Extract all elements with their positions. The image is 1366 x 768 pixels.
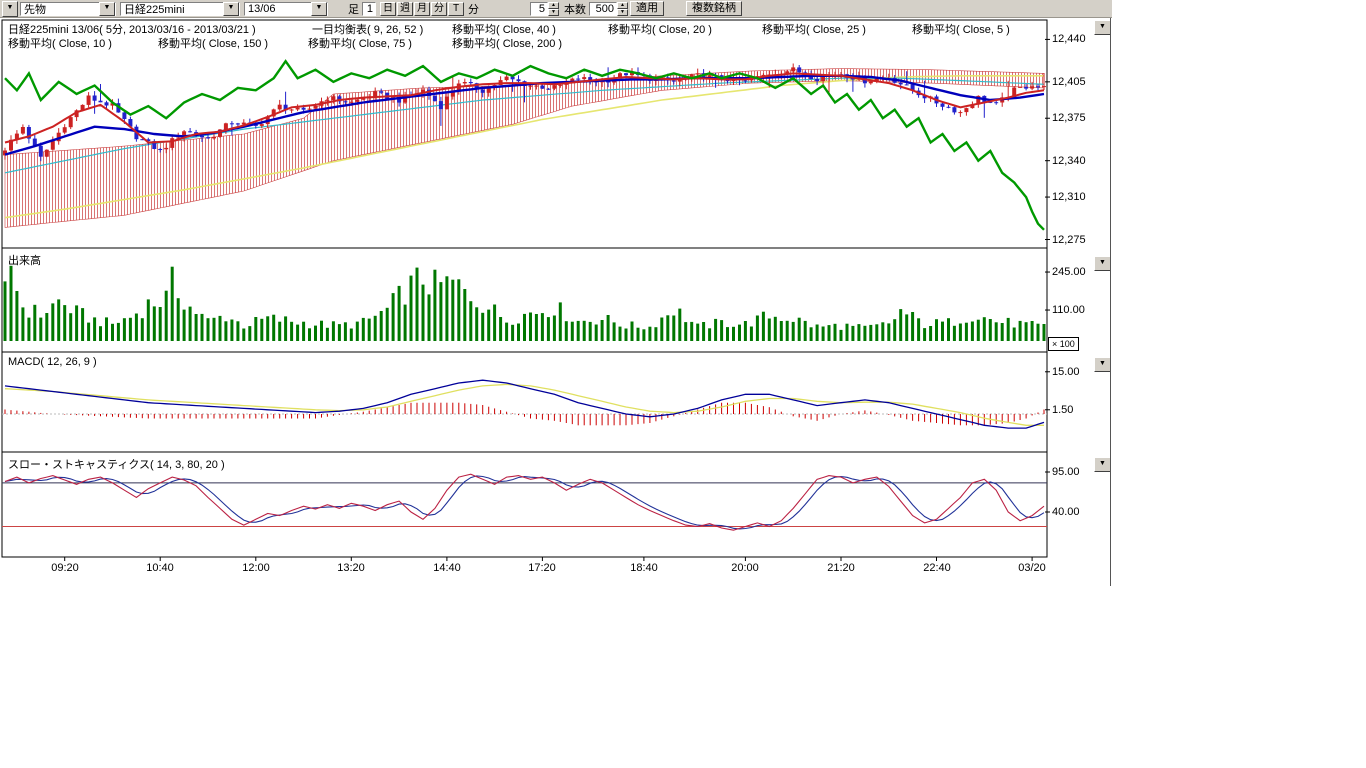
time-axis-label: 13:20 — [337, 562, 365, 574]
time-axis-label: 17:20 — [528, 562, 556, 574]
interval-value[interactable]: 5 — [530, 2, 548, 16]
stoch-panel-dropdown-button[interactable]: ▼ — [1094, 457, 1111, 472]
chart-application-window: ▼ 先物 ▼ 日経225mini ▼ 13/06 ▼ 足 1 日 週 月 分 T… — [0, 0, 1112, 586]
spin-up-icon[interactable]: ▲ — [548, 2, 559, 9]
interval-stepper[interactable]: 5 ▲▼ — [530, 2, 559, 16]
axis-tick-label: 12,405 — [1052, 76, 1086, 88]
axis-tick-label: 12,340 — [1052, 155, 1086, 167]
axis-tick-label: 40.00 — [1052, 506, 1080, 518]
toolbar-collapse-button[interactable]: ▼ — [2, 1, 18, 17]
volume-bars-layer — [4, 266, 1046, 341]
macd-panel-label: MACD( 12, 26, 9 ) — [8, 356, 97, 368]
spin-down-icon[interactable]: ▼ — [617, 9, 628, 16]
instrument-type-select[interactable]: 先物 ▼ — [20, 2, 116, 16]
period-tick-button[interactable]: T — [448, 2, 464, 16]
axis-tick-label: 12,440 — [1052, 33, 1086, 45]
axis-tick-label: 1.50 — [1052, 404, 1073, 416]
apply-button[interactable]: 適用 — [630, 1, 664, 16]
time-axis-label: 14:40 — [433, 562, 461, 574]
period-month-button[interactable]: 月 — [414, 2, 430, 16]
multi-symbol-button[interactable]: 複数銘柄 — [686, 1, 742, 16]
axis-tick-label: 95.00 — [1052, 466, 1080, 478]
bar-count-value[interactable]: 500 — [589, 2, 617, 16]
bar-type-label: 足 — [348, 1, 359, 17]
volume-panel-dropdown-button[interactable]: ▼ — [1094, 256, 1111, 271]
symbol-value: 日経225mini — [121, 1, 223, 17]
time-axis-label: 20:00 — [731, 562, 759, 574]
stochastics-panel-label: スロー・ストキャスティクス( 14, 3, 80, 20 ) — [8, 456, 225, 472]
time-axis-label: 22:40 — [923, 562, 951, 574]
time-axis-label: 18:40 — [630, 562, 658, 574]
axis-tick-label: 12,275 — [1052, 234, 1086, 246]
macd-panel-dropdown-button[interactable]: ▼ — [1094, 357, 1111, 372]
stoch-d-line — [5, 476, 1044, 529]
bar-value-input[interactable]: 1 — [362, 2, 376, 16]
axis-tick-label: 15.00 — [1052, 366, 1080, 378]
axis-tick-label: 12,310 — [1052, 191, 1086, 203]
macd-histogram — [5, 403, 1044, 426]
chevron-down-icon[interactable]: ▼ — [311, 2, 327, 16]
period-minute-button[interactable]: 分 — [431, 2, 447, 16]
symbol-select[interactable]: 日経225mini ▼ — [120, 2, 240, 16]
macd-line — [5, 380, 1044, 428]
window-right-edge — [1110, 0, 1111, 586]
period-week-button[interactable]: 週 — [397, 2, 413, 16]
time-axis-label: 09:20 — [51, 562, 79, 574]
toolbar: ▼ 先物 ▼ 日経225mini ▼ 13/06 ▼ 足 1 日 週 月 分 T… — [0, 0, 1112, 18]
contract-month-select[interactable]: 13/06 ▼ — [244, 2, 328, 16]
chart-canvas — [0, 0, 1112, 586]
volume-multiplier-badge: × 100 — [1048, 337, 1079, 351]
time-axis-label: 21:20 — [827, 562, 855, 574]
instrument-type-value: 先物 — [21, 1, 99, 17]
period-day-button[interactable]: 日 — [380, 2, 396, 16]
time-axis-label: 03/20 — [1018, 562, 1046, 574]
axis-tick-label: 12,375 — [1052, 112, 1086, 124]
chevron-down-icon[interactable]: ▼ — [99, 2, 115, 16]
main-panel-dropdown-button[interactable]: ▼ — [1094, 20, 1111, 35]
axis-tick-label: 245.00 — [1052, 266, 1086, 278]
volume-panel-label: 出来高 — [8, 252, 41, 268]
spin-down-icon[interactable]: ▼ — [548, 9, 559, 16]
bar-count-label: 本数 — [564, 1, 586, 17]
chevron-down-icon[interactable]: ▼ — [223, 2, 239, 16]
time-axis-label: 10:40 — [146, 562, 174, 574]
bar-count-stepper[interactable]: 500 ▲▼ — [589, 2, 628, 16]
minute-unit-label: 分 — [468, 1, 479, 17]
axis-tick-label: 110.00 — [1052, 304, 1085, 316]
time-axis-label: 12:00 — [242, 562, 270, 574]
spin-up-icon[interactable]: ▲ — [617, 2, 628, 9]
contract-month-value: 13/06 — [245, 3, 311, 15]
macd-signal-line — [5, 384, 1044, 425]
